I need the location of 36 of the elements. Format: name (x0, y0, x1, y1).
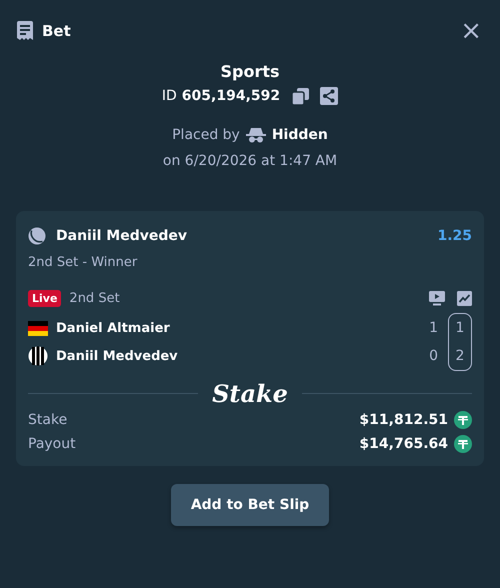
total-label: Payout (28, 436, 77, 452)
total-amount: $14,765.64 (359, 436, 448, 452)
live-stream-icon[interactable] (429, 291, 445, 306)
receipt-icon (16, 21, 34, 41)
username[interactable]: Hidden (272, 127, 328, 143)
dialog-title: Bet (42, 22, 71, 40)
total-label: Stake (28, 412, 68, 428)
add-to-bet-slip-button[interactable]: Add to Bet Slip (170, 484, 330, 526)
close-button[interactable]: × (458, 20, 484, 42)
share-icon[interactable] (320, 87, 338, 105)
copy-icon[interactable] (292, 88, 310, 104)
id-label: ID (162, 88, 177, 104)
player-name: Daniil Medvedev (56, 348, 178, 364)
match-status: 2nd Set (69, 291, 120, 306)
total-amount: $11,812.51 (359, 412, 448, 428)
flag-icon (28, 320, 48, 336)
market-name: 2nd Set - Winner (28, 255, 138, 270)
tether-coin-icon (454, 411, 472, 429)
tennis-ball-icon (28, 227, 46, 245)
bet-category: Sports (220, 62, 280, 81)
incognito-icon (246, 127, 266, 143)
placed-by-label: Placed by (172, 127, 240, 143)
game-score: 2 (456, 347, 464, 366)
bet-id: 605,194,592 (182, 88, 280, 104)
selection-name: Daniil Medvedev (56, 228, 188, 244)
live-badge: Live (28, 290, 62, 307)
player-name: Daniel Altmaier (56, 320, 170, 336)
tether-coin-icon (454, 435, 472, 453)
stats-icon[interactable] (457, 291, 472, 306)
odds: 1.25 (437, 228, 472, 244)
game-score: 1 (456, 319, 464, 338)
brand-logo: Stake (212, 379, 288, 408)
set-score: 1 (429, 320, 438, 336)
set-score: 0 (429, 348, 438, 364)
striped-circle-icon (28, 346, 48, 366)
placed-date: on 6/20/2026 at 1:47 AM (162, 153, 338, 169)
